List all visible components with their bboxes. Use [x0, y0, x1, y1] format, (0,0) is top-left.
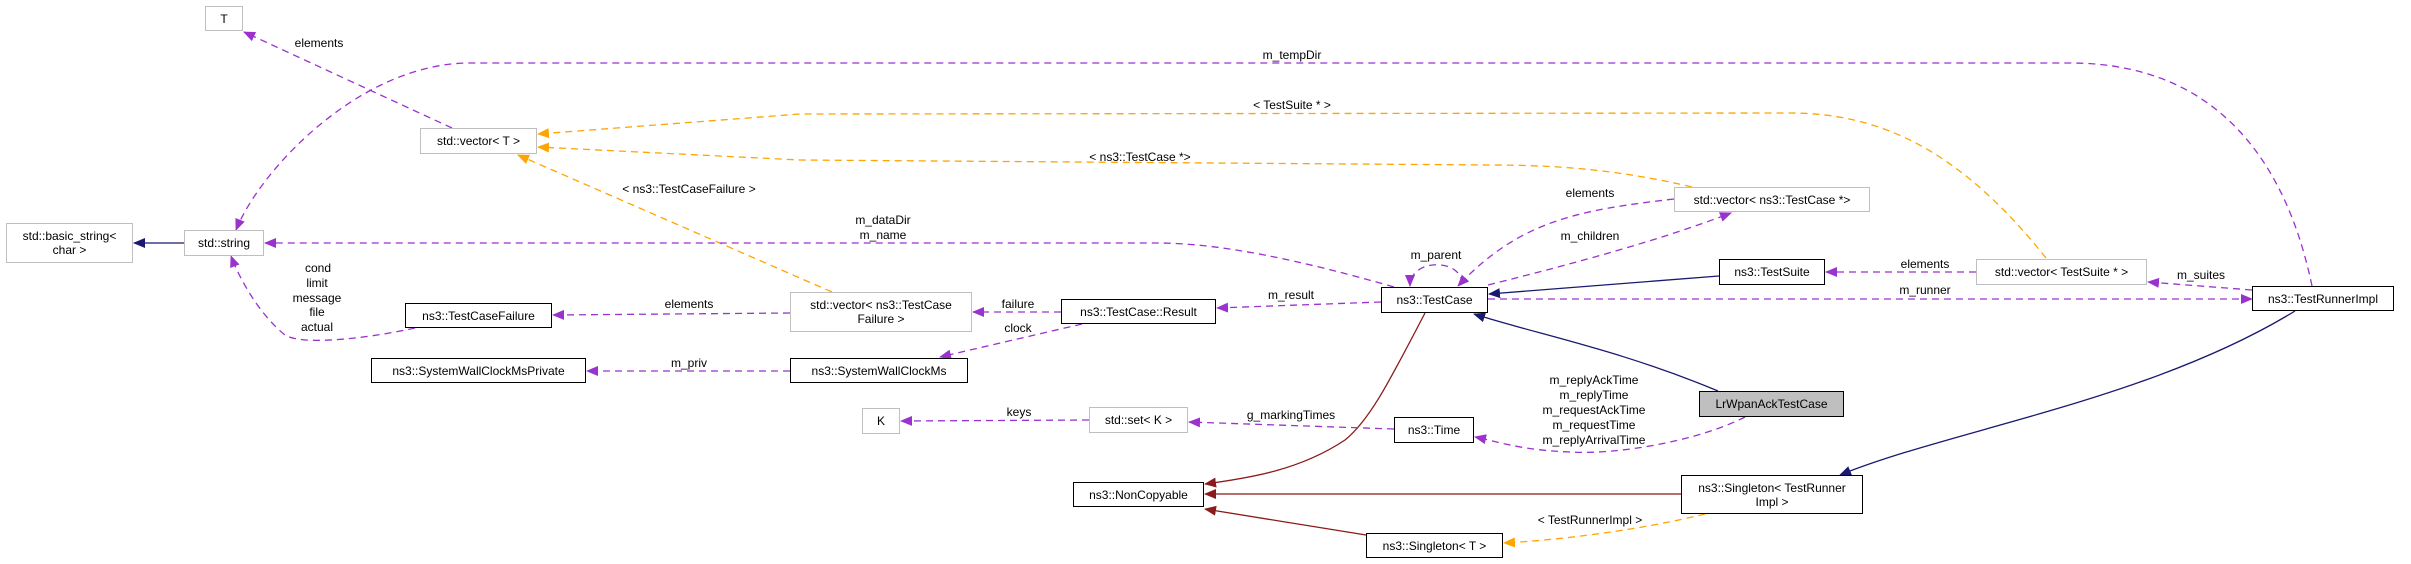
node-std-string[interactable]: std::string	[184, 230, 264, 256]
edge-set-to-K	[900, 415, 1090, 426]
node-std-vector-testsuite[interactable]: std::vector< TestSuite * >	[1976, 259, 2147, 285]
edge-label: limit	[306, 276, 328, 290]
edge-label: m_dataDir	[855, 213, 910, 227]
edge-vectcf-to-tcf	[552, 309, 791, 320]
node-testrunnerimpl[interactable]: ns3::TestRunnerImpl	[2252, 286, 2394, 311]
node-systemwallclockmsprivate[interactable]: ns3::SystemWallClockMsPrivate	[371, 358, 586, 383]
node-K[interactable]: K	[862, 408, 900, 434]
node-systemwallclockms[interactable]: ns3::SystemWallClockMs	[790, 358, 968, 383]
edge-label: < TestSuite * >	[1253, 98, 1331, 112]
edge-label: m_tempDir	[1263, 48, 1322, 62]
edge-label: elements	[295, 36, 344, 50]
node-std-vector-T[interactable]: std::vector< T >	[420, 128, 537, 154]
edge-label: failure	[1002, 297, 1035, 311]
edge-label: file	[309, 305, 325, 319]
node-std-basic-string[interactable]: std::basic_string< char >	[6, 223, 133, 263]
node-testcase-result[interactable]: ns3::TestCase::Result	[1061, 299, 1216, 324]
node-testcase[interactable]: ns3::TestCase	[1381, 287, 1488, 313]
edge-label: clock	[1004, 321, 1032, 335]
edge-time-to-set	[1188, 417, 1395, 430]
node-singleton-T[interactable]: ns3::Singleton< T >	[1366, 533, 1503, 558]
node-std-vector-testcase[interactable]: std::vector< ns3::TestCase *>	[1674, 187, 1870, 212]
edge-label: elements	[665, 297, 714, 311]
edge-label: g_markingTimes	[1247, 408, 1335, 422]
edge-label: m_replyAckTime	[1550, 373, 1639, 387]
edge-label: m_name	[860, 228, 907, 242]
node-testcasefailure[interactable]: ns3::TestCaseFailure	[405, 303, 552, 328]
edge-vecsuite-to-vectorT	[537, 112, 2047, 259]
edge-testcase-to-result	[1216, 301, 1382, 313]
edge-label: m_result	[1268, 288, 1315, 302]
edge-runner-to-singletontr	[1839, 310, 2296, 476]
node-noncopyable[interactable]: ns3::NonCopyable	[1073, 482, 1204, 507]
edge-testcase-to-string	[264, 238, 1395, 288]
edge-vectcf-to-vectorT	[517, 154, 833, 293]
node-lrwpanacktestcase: LrWpanAckTestCase	[1699, 391, 1844, 417]
node-testsuite[interactable]: ns3::TestSuite	[1719, 259, 1825, 285]
node-time[interactable]: ns3::Time	[1394, 417, 1474, 443]
node-std-vector-testcasefailure[interactable]: std::vector< ns3::TestCase Failure >	[790, 292, 972, 332]
edge-label: m_requestAckTime	[1543, 403, 1646, 417]
edge-label: m_replyTime	[1560, 388, 1629, 402]
edge-singletonT-to-noncopyable	[1204, 505, 1367, 536]
node-T[interactable]: T	[205, 6, 243, 31]
edge-label: m_parent	[1411, 248, 1462, 262]
edge-label: m_requestTime	[1553, 418, 1636, 432]
edge-testsuite-to-testcase	[1488, 275, 1720, 299]
edge-vector-to-T	[243, 31, 453, 129]
edge-runner-tempdir-string	[235, 62, 2313, 287]
edge-label: m_runner	[1899, 283, 1950, 297]
edge-label: message	[293, 291, 342, 305]
edge-label: actual	[301, 320, 333, 334]
edge-label: m_replyArrivalTime	[1543, 433, 1646, 447]
edge-label: elements	[1901, 257, 1950, 271]
edge-label: m_suites	[2177, 268, 2225, 282]
edge-testcase-to-noncopyable	[1204, 312, 1426, 488]
node-std-set-K[interactable]: std::set< K >	[1089, 407, 1188, 433]
edge-runner-to-vecsuite	[2147, 277, 2253, 291]
node-singleton-testrunnerimpl[interactable]: ns3::Singleton< TestRunner Impl >	[1681, 475, 1863, 514]
edge-label: < TestRunnerImpl >	[1538, 513, 1643, 527]
edge-label: < ns3::TestCaseFailure >	[622, 182, 755, 196]
edge-label: m_children	[1561, 229, 1620, 243]
collaboration-diagram: elements m_tempDir < TestSuite * > < ns3…	[0, 0, 2411, 564]
edge-testcase-self-parent	[1405, 264, 1463, 287]
edge-label: keys	[1007, 405, 1032, 419]
edge-label: m_priv	[671, 356, 707, 370]
edge-label: elements	[1566, 186, 1615, 200]
edge-label: cond	[305, 261, 331, 275]
edge-testcase-to-veccase	[1487, 212, 1732, 286]
edge-label: < ns3::TestCase *>	[1089, 150, 1190, 164]
